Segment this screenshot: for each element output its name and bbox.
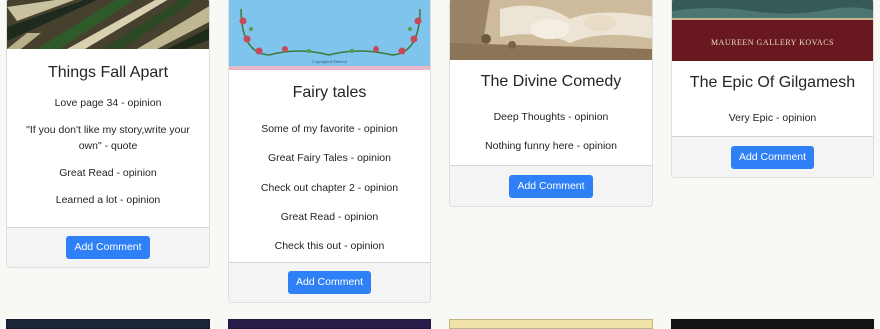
- book-cover-image: MAUREEN GALLERY KOVACS: [672, 0, 873, 61]
- book-card-the-divine-comedy: The Divine Comedy Deep Thoughts - opinio…: [449, 0, 653, 207]
- comment-item: Great Read - opinion: [59, 166, 157, 179]
- book-card-the-epic-of-gilgamesh: MAUREEN GALLERY KOVACS The Epic Of Gilga…: [671, 0, 874, 178]
- card-footer: Add Comment: [7, 227, 209, 267]
- book-cover-image: [450, 0, 652, 60]
- card-footer: Add Comment: [672, 136, 873, 177]
- book-title: Things Fall Apart: [47, 64, 169, 81]
- comment-item: Very Epic - opinion: [728, 112, 817, 125]
- comment-item: Check this out - opinion: [274, 240, 385, 253]
- book-title: The Divine Comedy: [480, 73, 622, 90]
- book-card-fairy-tales: Copyrighted Material Fairy tales Some of…: [228, 0, 431, 303]
- comment-item: Deep Thoughts - opinion: [493, 111, 609, 124]
- add-comment-button[interactable]: Add Comment: [730, 145, 815, 169]
- comment-item: Great Read - opinion: [280, 210, 379, 223]
- book-cover-image: [449, 319, 653, 329]
- book-cover-image: [7, 0, 209, 49]
- comment-item: Love page 34 - opinion: [54, 97, 162, 110]
- book-title: Fairy tales: [292, 84, 367, 101]
- add-comment-button[interactable]: Add Comment: [509, 174, 593, 198]
- book-cover-image: [6, 319, 210, 329]
- book-cover-image: Copyrighted Material: [229, 0, 430, 70]
- comment-item: Great Fairy Tales - opinion: [268, 152, 391, 165]
- comment-item: Learned a lot - opinion: [55, 194, 161, 207]
- book-card-things-fall-apart: Things Fall Apart Love page 34 - opinion…: [6, 0, 210, 268]
- cover-caption: MAUREEN GALLERY KOVACS: [710, 38, 834, 47]
- add-comment-button[interactable]: Add Comment: [287, 271, 372, 294]
- book-cover-image: [671, 319, 874, 329]
- book-title: The Epic Of Gilgamesh: [689, 74, 856, 91]
- comment-item: Nothing funny here - opinion: [485, 140, 617, 153]
- comment-item: Some of my favorite - opinion: [261, 123, 398, 136]
- card-footer: Add Comment: [450, 165, 652, 206]
- book-cover-image: [228, 319, 431, 329]
- add-comment-button[interactable]: Add Comment: [66, 236, 150, 259]
- cover-caption: Copyrighted Material: [312, 59, 347, 64]
- comment-item: "If you don't like my story,write your o…: [26, 124, 190, 152]
- comment-item: Check out chapter 2 - opinion: [260, 181, 399, 194]
- card-footer: Add Comment: [229, 262, 430, 302]
